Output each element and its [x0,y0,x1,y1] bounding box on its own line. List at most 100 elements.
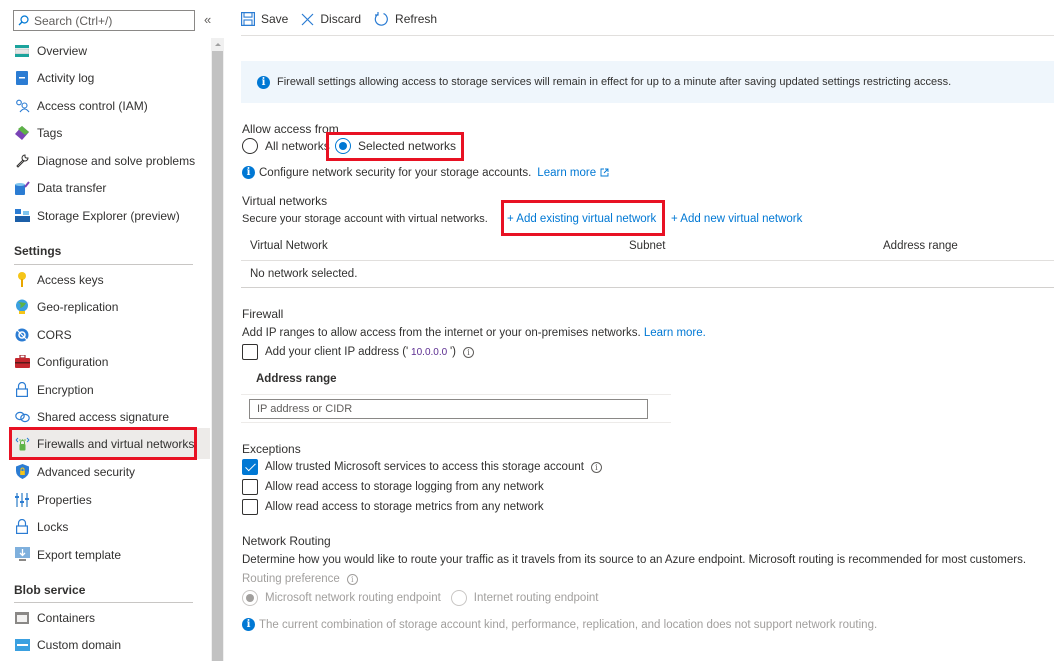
sidebar-item-encryption[interactable]: Encryption [10,376,196,403]
sidebar-item-label: Configuration [37,354,109,369]
radio-label-microsoft-routing: Microsoft network routing endpoint [265,592,441,604]
sidebar-item-label: Advanced security [37,464,136,479]
routing-preference-row: Routing preference i [242,573,358,585]
cors-icon [14,327,30,343]
sidebar-item-access-keys[interactable]: Access keys [10,266,196,293]
main-content: Save Discard Refresh i Firewall settings… [230,0,1054,661]
sidebar-item-activity-log[interactable]: Activity log [10,64,196,91]
radio-microsoft-routing[interactable] [242,590,258,606]
column-header-virtual-network: Virtual Network [250,240,328,252]
overview-icon [14,43,30,59]
sidebar-item-export-template[interactable]: Export template [10,541,196,568]
sidebar-item-overview[interactable]: Overview [10,37,196,64]
exception-row-logging: Allow read access to storage logging fro… [242,479,544,495]
exception-row-trusted-services: Allow trusted Microsoft services to acce… [242,459,602,475]
sidebar-item-properties[interactable]: Properties [10,486,196,513]
sidebar-item-label: Overview [37,43,88,58]
info-icon: i [242,166,255,179]
sidebar-item-label: CORS [37,327,72,342]
scrollbar-thumb[interactable] [212,51,223,661]
scroll-up-arrow-icon[interactable] [211,38,224,50]
search-input[interactable]: Search (Ctrl+/) [13,10,195,31]
people-icon [14,98,30,114]
sidebar-item-tags[interactable]: Tags [10,119,196,146]
sidebar-item-geo-replication[interactable]: Geo-replication [10,293,196,320]
exception-label: Allow read access to storage metrics fro… [265,501,544,513]
client-ip-checkbox[interactable] [242,344,258,360]
save-label: Save [261,12,289,26]
search-icon [18,15,29,26]
client-ip-value: 10.0.0.0 [408,347,450,358]
sidebar: Search (Ctrl+/) « Overview Activity log … [0,0,224,661]
sidebar-item-label: Firewalls and virtual networks [37,436,195,451]
routing-radio-group: Microsoft network routing endpoint Inter… [242,590,598,606]
sidebar-item-cors[interactable]: CORS [10,321,196,348]
storage-logging-checkbox[interactable] [242,479,258,495]
sidebar-item-label: Locks [37,519,69,534]
table-header-divider [241,260,1054,261]
table-bottom-divider [241,287,1054,288]
sidebar-item-data-transfer[interactable]: Data transfer [10,174,196,201]
banner-text: Firewall settings allowing access to sto… [277,76,952,88]
export-icon [14,547,30,563]
sidebar-item-label: Activity log [37,70,95,85]
tag-icon [14,125,30,141]
save-button[interactable]: Save [241,12,288,26]
storage-explorer-icon [14,208,30,224]
sidebar-item-advanced-security[interactable]: Advanced security [10,458,196,485]
firewall-learn-more-link[interactable]: Learn more. [644,327,706,339]
sidebar-item-label: Shared access signature [37,409,170,424]
exception-label: Allow read access to storage logging fro… [265,481,544,493]
domain-icon [14,637,30,653]
save-icon [241,12,255,26]
ip-input-placeholder: IP address or CIDR [257,403,353,415]
sidebar-item-label: Custom domain [37,637,122,652]
storage-metrics-checkbox[interactable] [242,499,258,515]
column-header-subnet: Subnet [629,240,666,252]
routing-note: The current combination of storage accou… [259,618,878,631]
sidebar-item-containers[interactable]: Containers [10,604,196,631]
refresh-button[interactable]: Refresh [374,11,437,27]
learn-more-link[interactable]: Learn more [537,167,596,179]
radio-all-networks[interactable] [242,138,258,154]
blob-service-section-header: Blob service [14,583,86,597]
wrench-icon [14,153,30,169]
ip-address-input[interactable]: IP address or CIDR [249,399,648,419]
search-placeholder: Search (Ctrl+/) [34,13,113,28]
firewall-icon [14,436,30,452]
sidebar-item-shared-access-signature[interactable]: Shared access signature [10,403,196,430]
exceptions-title: Exceptions [242,442,301,456]
collapse-sidebar-button[interactable]: « [204,12,211,27]
sidebar-item-locks[interactable]: Locks [10,513,196,540]
sidebar-item-configuration[interactable]: Configuration [10,348,196,375]
add-new-virtual-network-link[interactable]: + Add new virtual network [671,213,802,225]
column-header-address-range: Address range [883,240,958,252]
sidebar-item-custom-domain[interactable]: Custom domain [10,631,196,658]
sidebar-item-firewalls-and-virtual-networks[interactable]: Firewalls and virtual networks [9,427,197,460]
info-icon[interactable]: i [346,573,358,585]
routing-note-row: i The current combination of storage acc… [242,618,877,631]
toolbox-icon [14,354,30,370]
client-ip-row: Add your client IP address (' 10.0.0.0 '… [242,344,474,360]
highlight-box-selected-networks [326,132,464,161]
address-range-divider [241,394,671,395]
trusted-services-checkbox[interactable] [242,459,258,475]
info-icon[interactable]: i [463,346,474,358]
container-icon [14,610,30,626]
radio-internet-routing[interactable] [450,590,467,606]
sidebar-item-access-control[interactable]: Access control (IAM) [10,92,196,119]
info-icon[interactable]: i [590,461,602,473]
sidebar-item-label: Export template [37,547,122,562]
close-icon [301,13,314,25]
routing-preference-label: Routing preference [242,573,340,585]
discard-button[interactable]: Discard [301,12,361,26]
shield-icon [14,464,30,480]
exception-row-metrics: Allow read access to storage metrics fro… [242,499,544,515]
active-item-highlight [196,428,210,459]
sidebar-item-storage-explorer[interactable]: Storage Explorer (preview) [10,202,196,229]
sidebar-item-label: Properties [37,492,92,507]
sidebar-scrollbar[interactable] [211,38,224,661]
sidebar-item-diagnose[interactable]: Diagnose and solve problems [10,147,196,174]
client-ip-label: Add your client IP address (' 10.0.0.0 '… [265,346,456,358]
sidebar-item-label: Diagnose and solve problems [37,153,196,168]
